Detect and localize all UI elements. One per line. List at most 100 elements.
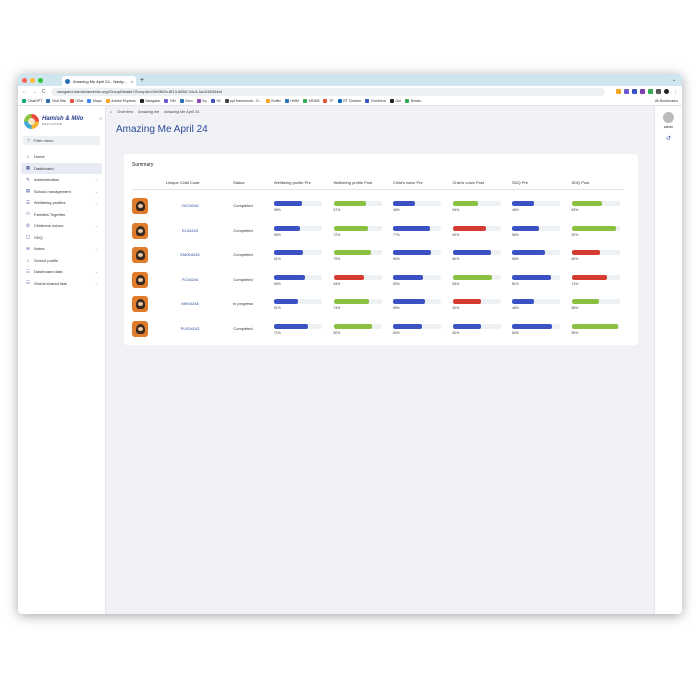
bookmark-label: RT Cleaner <box>343 99 362 103</box>
minimize-window-icon[interactable] <box>30 77 35 83</box>
bookmark-item[interactable]: AR365 <box>302 99 319 103</box>
close-window-icon[interactable] <box>22 77 27 83</box>
bookmark-item[interactable]: YA <box>210 99 221 103</box>
undo-icon[interactable]: ↺ <box>666 135 671 142</box>
column-header[interactable]: Unique Child Code <box>166 180 200 185</box>
extension-icon[interactable] <box>648 89 653 94</box>
child-code-link[interactable]: FC04244 <box>168 277 212 282</box>
score-percent: 81% <box>512 281 519 286</box>
user-avatar-icon[interactable] <box>663 112 674 123</box>
score-progress-bar <box>452 299 501 304</box>
url-field[interactable]: navigator.hamishandmilo.org/GroupDetails… <box>50 87 605 96</box>
bookmark-item[interactable]: Navigator <box>139 99 161 103</box>
sidebar-item-dashboard-data[interactable]: ☷ Dashboard data ⌄ <box>21 266 102 278</box>
table-row[interactable]: EL04243 Completed 55% 72% 77% 69% 56% 92% <box>124 220 638 244</box>
table-row[interactable]: FC04244 Completed 65% 64% 63% 83% 81% 74% <box>124 269 638 293</box>
column-header[interactable]: Wellbeing profile Pre <box>274 180 311 185</box>
chevron-down-icon[interactable]: ⌄ <box>95 189 98 194</box>
column-header[interactable]: Status <box>233 180 244 185</box>
child-code-link[interactable]: MH04248 <box>168 301 212 306</box>
sidebar-item-label: SDQ <box>34 234 43 240</box>
bookmark-label: Xero <box>185 99 193 103</box>
table-row[interactable]: EM004243 Completed 61% 79% 80% 80% 68% 60% <box>124 244 638 268</box>
sidebar-item-label: Wellbeing profiles <box>34 200 66 206</box>
forward-button[interactable]: → <box>32 89 37 95</box>
tab-close-icon[interactable]: × <box>131 79 133 84</box>
extensions-puzzle-icon[interactable] <box>656 89 661 94</box>
sidebar-item-notes[interactable]: ✉ Notes ⌄ <box>21 243 102 255</box>
browser-window: Amazing Me April 24 - Navig... × + ⌄ ← →… <box>18 74 682 614</box>
chevron-down-icon[interactable]: ⌄ <box>95 281 98 286</box>
table-row[interactable]: PLE04243 Completed 71% 80% 60% 60% 84% 96% <box>124 318 638 342</box>
sidebar-item-home[interactable]: ⌂ Home <box>21 151 102 163</box>
bookmark-item[interactable]: Buffer <box>265 99 281 103</box>
sidebar-item-wellbeing-profiles[interactable]: ☰ Wellbeing profiles ⌄ <box>21 197 102 209</box>
bookmark-item[interactable]: Sq <box>196 99 207 103</box>
column-header[interactable]: Child's voice Post <box>453 180 484 185</box>
all-bookmarks-link[interactable]: All Bookmarks <box>655 99 678 103</box>
bookmark-item[interactable]: HM <box>164 99 176 103</box>
bookmark-item[interactable]: Adobe Express <box>105 99 136 103</box>
bookmark-item[interactable]: OBie <box>69 99 83 103</box>
sidebar-item-dashboard[interactable]: ▦ Dashboard <box>21 162 102 174</box>
column-header[interactable]: Child's voice Pre <box>393 180 423 185</box>
sidebar-item-families-together[interactable]: ⚇ Families Together <box>21 209 102 221</box>
score-progress-bar <box>452 323 501 329</box>
chevron-down-icon[interactable]: ⌄ <box>95 200 98 205</box>
column-header[interactable]: Wellbeing profile Post <box>334 180 373 185</box>
chevron-down-icon[interactable]: ⌄ <box>95 246 98 251</box>
sidebar-item-childrens-voices[interactable]: ✆ Childrens voices ⌄ <box>21 220 102 232</box>
bookmark-item[interactable]: OneDrive <box>365 99 386 103</box>
sidebar-item-sdq[interactable]: ▢ SDQ <box>21 232 102 244</box>
bookmark-label: Visit Site <box>51 99 66 103</box>
column-header[interactable]: SDQ Pre <box>512 180 528 185</box>
back-button[interactable]: ← <box>22 89 27 95</box>
browser-menu-icon[interactable]: ⋮ <box>673 89 678 95</box>
column-header[interactable]: SDQ Post <box>572 180 590 185</box>
brand-logo[interactable]: Hamish & Milo NAVIGATOR ≡ <box>21 110 102 132</box>
extension-icon[interactable] <box>640 89 645 94</box>
breadcrumb-item-amazing-me[interactable]: Amazing me <box>138 110 159 114</box>
bookmark-item[interactable]: Xero <box>179 99 193 103</box>
extension-icon[interactable] <box>616 89 621 94</box>
bookmark-item[interactable]: Goi <box>390 99 401 103</box>
maximize-window-icon[interactable] <box>38 77 43 83</box>
table-row[interactable]: MH04248 In progress 51% 74% 66% 60% 46% 58% <box>124 293 638 317</box>
sidebar-item-school-management[interactable]: ▤ School management ⌄ <box>21 186 102 198</box>
bookmark-label: Navigator <box>145 99 161 103</box>
bookmark-label: Goi <box>395 99 402 103</box>
score-percent: 61% <box>274 257 281 261</box>
sidebar-item-school-profile[interactable]: ⌂ School profile <box>21 255 102 267</box>
profile-icon[interactable] <box>664 89 669 94</box>
child-code-link[interactable]: EM004243 <box>168 252 212 257</box>
chevron-down-icon[interactable]: ⌄ <box>95 177 98 182</box>
chevron-down-icon[interactable]: ⌄ <box>95 269 98 274</box>
child-code-link[interactable]: OC04246 <box>168 203 212 208</box>
score-progress-bar <box>452 274 501 280</box>
child-code-link[interactable]: EL04243 <box>168 228 212 233</box>
chevron-down-icon[interactable]: ⌄ <box>95 223 98 228</box>
bookmark-item[interactable]: TP <box>323 99 334 103</box>
new-tab-button[interactable]: + <box>140 77 144 84</box>
nav-list: ⌂ Home ▦ Dashboard ✎ Administration ⌄ ▤ School m… <box>21 151 102 289</box>
browser-tab[interactable]: Amazing Me April 24 - Navig... × <box>62 76 136 86</box>
child-code-link[interactable]: PLE04243 <box>168 326 212 331</box>
extension-icon[interactable] <box>624 89 629 94</box>
collapse-sidebar-icon[interactable]: ≡ <box>100 116 102 121</box>
bookmark-item[interactable]: Visit Site <box>46 99 66 103</box>
breadcrumb-item-overview[interactable]: Overview <box>117 110 133 114</box>
bookmark-item[interactable]: Maps <box>87 99 102 103</box>
sidebar-item-administration[interactable]: ✎ Administration ⌄ <box>21 174 102 186</box>
bookmark-item[interactable]: ChatGPT <box>22 99 42 103</box>
bookmark-item[interactable]: HMM <box>284 99 299 103</box>
filter-menu-input[interactable]: ⊤ Filter menu <box>23 136 100 145</box>
sidebar-item-global-shared-lists[interactable]: ☷ Global shared lists ⌄ <box>21 278 102 290</box>
bookmark-item[interactable]: ppt framework - G... <box>224 99 262 103</box>
bookmark-item[interactable]: RT Cleaner <box>337 99 362 103</box>
home-icon[interactable]: ⌂ <box>110 110 112 114</box>
bookmark-item[interactable]: Bmato <box>405 99 421 103</box>
reload-button[interactable]: C <box>42 89 46 95</box>
table-row[interactable]: OC04246 Completed 58% 67% 46% 54% 46% 63% <box>124 195 638 219</box>
tab-search-icon[interactable]: ⌄ <box>672 77 676 83</box>
extension-icon[interactable] <box>632 89 637 94</box>
